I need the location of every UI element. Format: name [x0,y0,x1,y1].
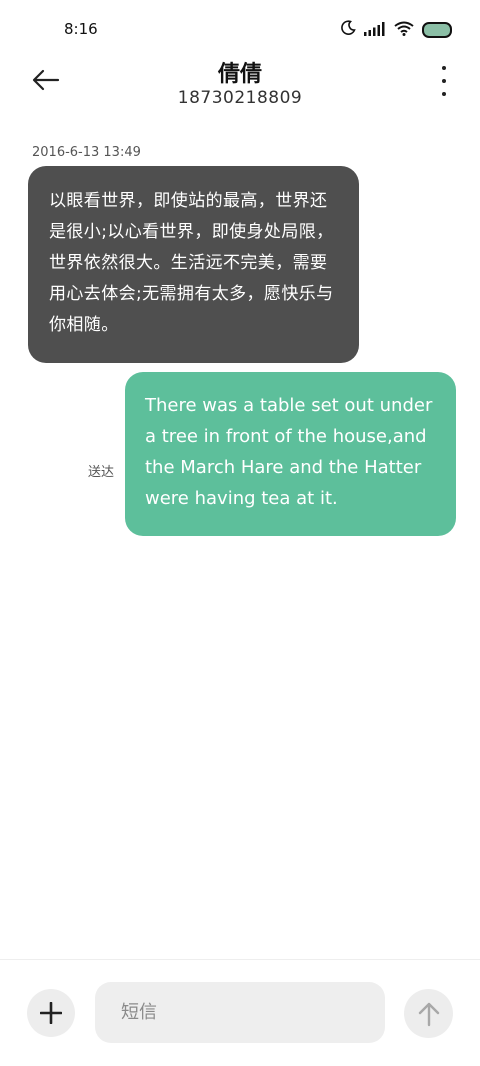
message-input[interactable] [95,982,385,1043]
send-arrow-up-icon [418,1002,439,1026]
composer-divider [0,959,480,960]
incoming-message-bubble[interactable]: 以眼看世界，即使站的最高，世界还是很小;以心看世界，即使身处局限，世界依然很大。… [28,166,359,363]
status-time: 8:16 [64,20,98,38]
battery-icon [422,22,452,38]
more-vertical-icon [442,66,446,70]
contact-name: 倩倩 [217,62,262,87]
more-options-button[interactable] [436,66,452,96]
conversation-header: 倩倩 18730218809 [0,56,480,116]
add-attachment-button[interactable] [27,989,75,1037]
send-button[interactable] [404,989,453,1038]
contact-phone-number: 18730218809 [177,88,303,108]
signal-icon [364,21,386,40]
message-timestamp: 2016-6-13 13:49 [32,145,141,160]
moon-icon [340,20,356,40]
wifi-icon [394,21,414,40]
plus-icon [40,1002,62,1024]
conversation-screen: 8:16 倩倩 18730218809 2016-6-13 13:49 以眼看世… [0,0,480,1066]
delivery-status: 送达 [88,465,115,480]
status-icons [340,20,452,40]
outgoing-message-bubble[interactable]: There was a table set out under a tree i… [125,372,456,536]
status-bar: 8:16 [0,0,480,60]
